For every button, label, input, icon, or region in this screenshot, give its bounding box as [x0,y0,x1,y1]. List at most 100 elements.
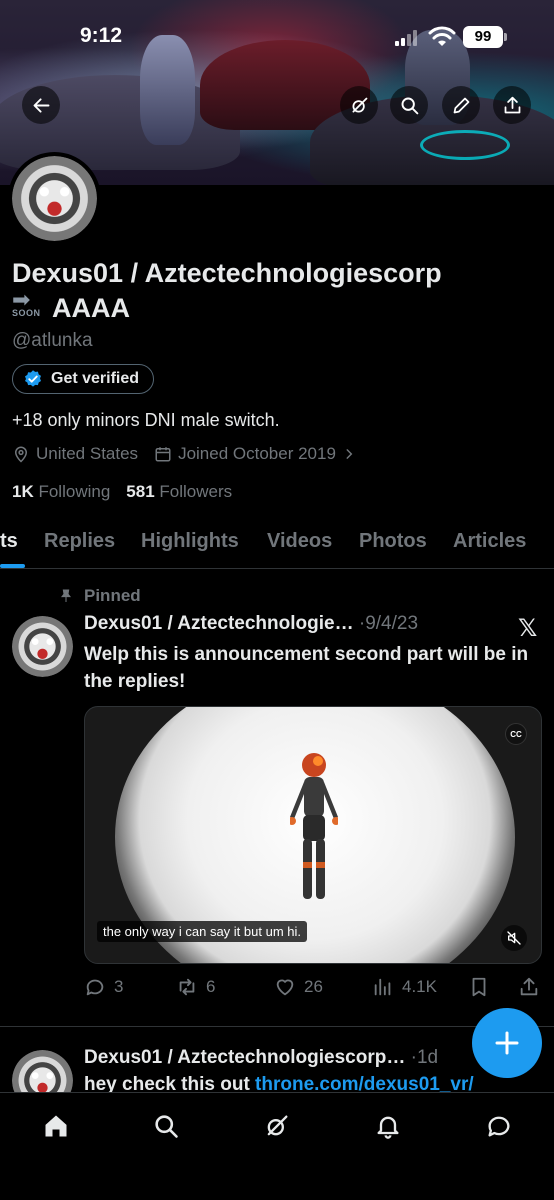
joined-text: Joined October 2019 [178,444,336,463]
soon-text: SOON [12,308,41,318]
soon-arrow-icon: ➡ [12,287,31,312]
share-tweet-button[interactable] [518,976,540,998]
followers-count: 581 [126,482,155,501]
following-label: Following [38,482,111,501]
tweet-date: ·1d [410,1047,439,1068]
compose-post-button[interactable] [472,1008,542,1078]
tweet-date: ·9/4/23 [358,613,419,634]
tab-articles[interactable]: Articles [453,530,526,553]
video-character-figure [290,753,338,899]
like-button[interactable]: 26 [274,976,323,998]
nav-grok[interactable] [262,1111,292,1141]
chevron-right-icon [346,449,353,459]
bookmark-button[interactable] [468,976,490,998]
share-icon [504,96,520,113]
wifi-icon [428,26,456,46]
search-icon [401,97,418,114]
pinned-label: Pinned [84,586,141,605]
calendar-icon [155,447,171,462]
grok-icon [267,1115,288,1136]
tab-highlights[interactable]: Highlights [141,530,239,553]
followers-link[interactable]: 581 Followers [126,482,232,502]
back-button[interactable] [22,86,60,124]
status-time: 9:12 [80,24,123,47]
grok-icon [352,97,367,112]
nav-messages[interactable] [484,1111,514,1141]
tab-posts[interactable]: ts [0,530,18,553]
profile-bio: +18 only minors DNI male switch. [12,410,280,430]
banner-neon-glow [420,130,510,160]
views-chart-icon [374,978,391,996]
get-verified-button[interactable]: Get verified [12,364,155,394]
grok-button[interactable] [340,86,378,124]
share-button[interactable] [493,86,531,124]
edit-profile-button[interactable] [442,86,480,124]
tweet-author-name[interactable]: Dexus01 / Aztectechnologiescorp… [84,1047,405,1068]
reply-icon [86,979,104,996]
home-icon [45,1115,67,1137]
reply-count: 3 [114,977,124,996]
muted-speaker-icon [507,931,521,945]
video-caption: the only way i can say it but um hi. [97,921,307,942]
repost-button[interactable]: 6 [176,976,215,998]
soon-emoji-badge: ➡ SOON [12,287,44,322]
tweet-text: Welp this is announcement second part wi… [84,644,529,692]
views-button[interactable]: 4.1K [372,976,437,998]
view-count: 4.1K [402,977,437,996]
location-pin-icon [14,446,28,463]
search-profile-button[interactable] [390,86,428,124]
cellular-signal-icon [395,30,417,46]
get-verified-label: Get verified [51,370,140,387]
pin-icon [61,589,71,602]
followers-label: Followers [159,482,233,501]
bell-icon [377,1116,399,1139]
tweet-header: Dexus01 / Aztectechnologiescorp… ·1d [84,1047,438,1069]
tweet-author-name[interactable]: Dexus01 / Aztectechnologie… [84,613,354,634]
following-link[interactable]: 1K Following [12,482,110,502]
chat-bubble-icon [488,1116,510,1137]
avatar-image [12,156,97,241]
nav-home[interactable] [41,1111,71,1141]
location-text: United States [36,444,139,463]
following-count: 1K [12,482,34,501]
plus-icon [495,1031,519,1055]
repost-count: 6 [206,977,216,996]
profile-joined[interactable]: Joined October 2019 [154,444,356,464]
profile-meta: United States Joined October 2019 [12,444,372,464]
profile-avatar[interactable] [8,152,101,245]
verified-badge-icon [25,370,41,387]
pinned-indicator: Pinned [58,586,141,606]
profile-display-name: Dexus01 / Aztectechnologiescorp [12,258,442,288]
repost-icon [179,978,195,996]
tabs-divider [0,568,554,569]
back-arrow-icon [33,97,49,113]
profile-handle: @atlunka [12,330,93,351]
follow-stats: 1K Following 581 Followers [12,482,232,502]
search-icon [155,1115,178,1138]
profile-tabs: ts Replies Highlights Videos Photos Arti… [0,526,554,568]
nav-search[interactable] [151,1111,181,1141]
tweet-actions: 3 6 26 4.1K [84,976,544,1004]
profile-display-name-line2: AAAA [52,293,130,323]
tab-photos[interactable]: Photos [359,530,427,553]
tweet-divider [0,1026,554,1027]
closed-captions-button[interactable]: CC [505,723,527,745]
x-logo-icon: 𝕏 [518,615,538,642]
nav-notifications[interactable] [373,1111,403,1141]
tab-replies[interactable]: Replies [44,530,115,553]
bottom-navigation [0,1092,554,1200]
heart-icon [276,979,294,996]
battery-indicator: 99 [463,26,507,48]
tweet-video[interactable]: CC the only way i can say it but um hi. [84,706,542,964]
like-count: 26 [304,977,323,996]
reply-button[interactable]: 3 [84,976,123,998]
pencil-icon [453,97,469,113]
profile-location: United States [12,444,138,464]
bookmark-icon [472,977,486,997]
tab-videos[interactable]: Videos [267,530,332,553]
share-icon [520,977,538,996]
status-bar: 9:12 99 [0,22,554,52]
tweet-avatar[interactable] [12,616,73,677]
mute-button[interactable] [501,925,527,951]
tweet-header: Dexus01 / Aztectechnologie… ·9/4/23 [84,613,418,635]
